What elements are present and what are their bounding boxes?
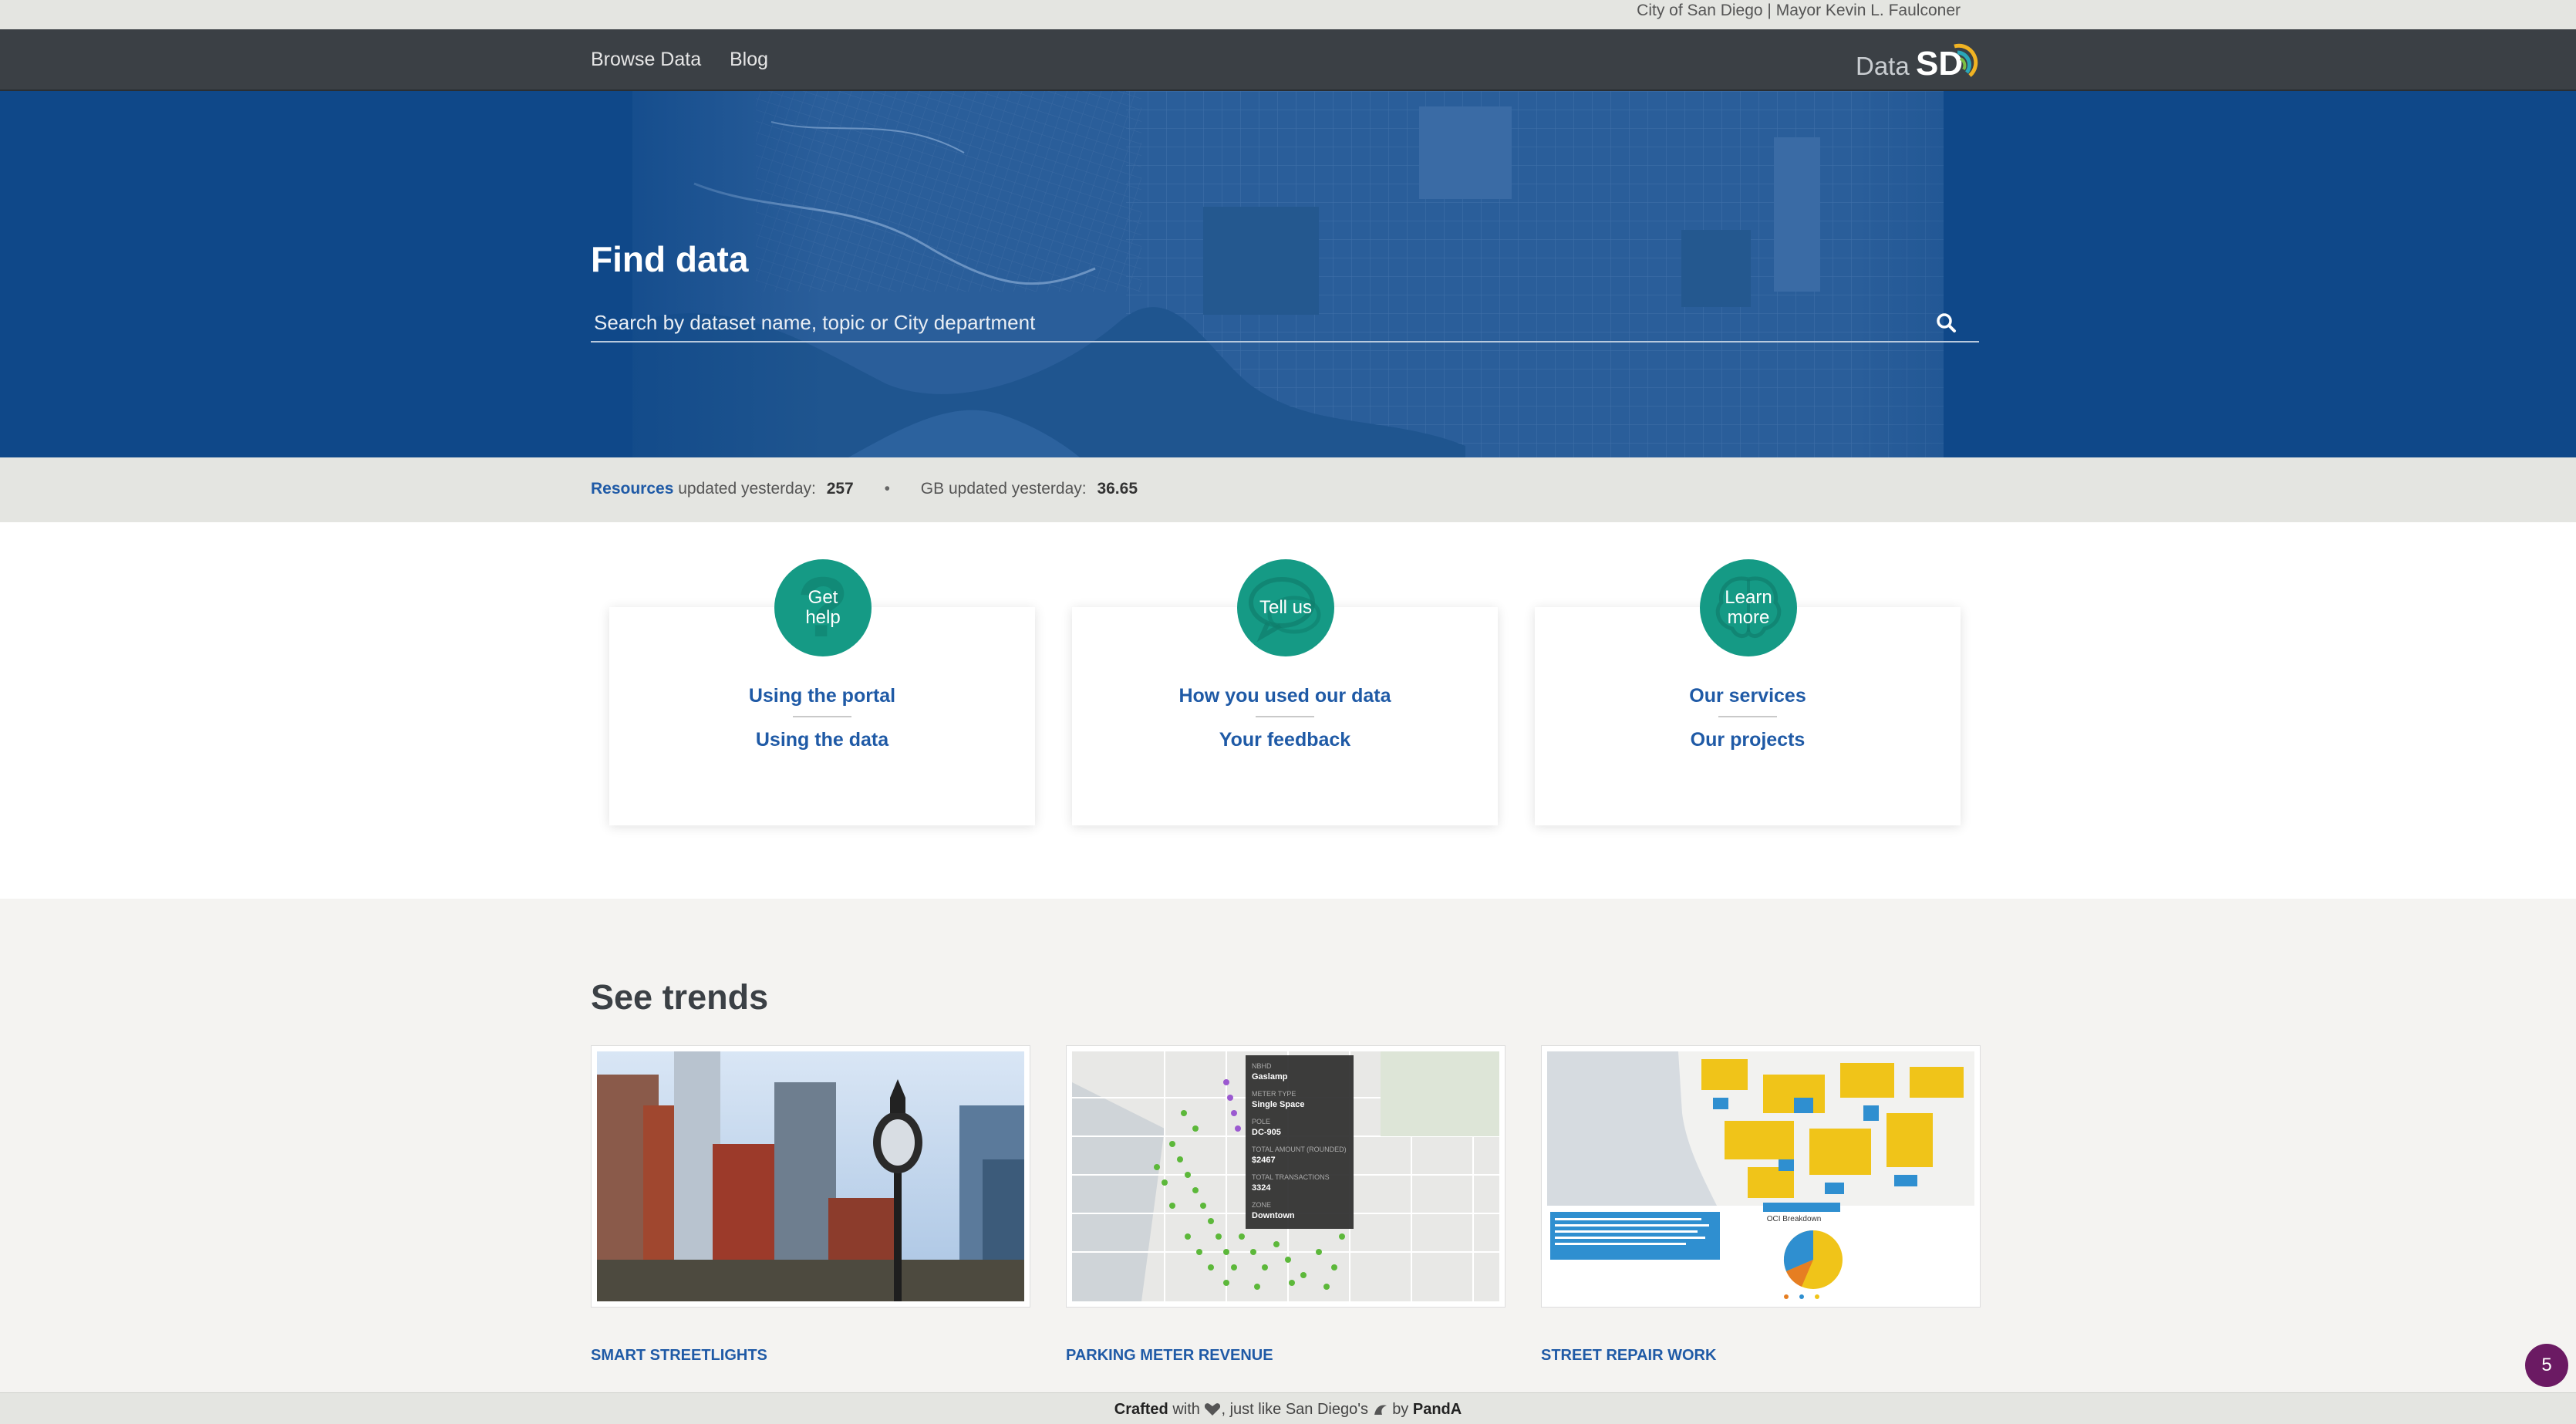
see-trends-title: See trends [591, 977, 769, 1017]
parking-meter-thumbnail[interactable]: NBHD Gaslamp METER TYPE Single Space POL… [1066, 1045, 1505, 1308]
logo-data-text: Data [1856, 52, 1910, 80]
get-help-label: Get help [805, 587, 841, 628]
trends-section: See trends NBHD Gaslamp METER TYPE Singl… [0, 899, 2576, 1392]
help-section: ? Get help Using the portal Using the da… [0, 522, 2576, 899]
streetlight-photo [597, 1051, 1024, 1301]
our-services-link[interactable]: Our services [1535, 684, 1961, 707]
tell-us-badge[interactable]: Tell us [1237, 559, 1334, 656]
parking-meter-revenue-link[interactable]: PARKING METER REVENUE [1066, 1346, 1273, 1365]
footer-with: with [1172, 1401, 1200, 1418]
tooltip-transactions-label: TOTAL TRANSACTIONS [1252, 1173, 1330, 1181]
datasd-logo[interactable]: Data SD [1856, 40, 1979, 83]
card-tell-us: Tell us How you used our data Your feedb… [1072, 559, 1498, 825]
tooltip-meter-type-label: METER TYPE [1252, 1090, 1296, 1098]
tooltip-pole: DC-905 [1252, 1128, 1281, 1137]
get-help-badge[interactable]: ? Get help [774, 559, 872, 656]
street-repair-work-link[interactable]: STREET REPAIR WORK [1541, 1346, 1716, 1365]
stats-row: Resources updated yesterday: 257 • GB up… [591, 477, 1138, 501]
footer-middle: , just like San Diego's [1221, 1401, 1369, 1418]
nav-blog[interactable]: Blog [730, 48, 768, 71]
using-data-link[interactable]: Using the data [609, 728, 1035, 751]
stats-separator: • [884, 480, 890, 498]
main-navbar: Browse Data Blog Data SD [0, 29, 2576, 91]
wave-icon [1374, 1405, 1387, 1415]
city-mayor-text: City of San Diego | Mayor Kevin L. Faulc… [1637, 2, 1961, 19]
tooltip-meter-type: Single Space [1252, 1100, 1304, 1109]
how-you-used-link[interactable]: How you used our data [1072, 684, 1498, 707]
parking-map: NBHD Gaslamp METER TYPE Single Space POL… [1072, 1051, 1499, 1301]
tooltip-nbhd: Gaslamp [1252, 1072, 1288, 1081]
hero-banner: Find data [0, 91, 2576, 457]
street-repair-thumbnail[interactable]: OCI Breakdown [1541, 1045, 1981, 1308]
tooltip-amount: $2467 [1252, 1156, 1276, 1165]
panda-link[interactable]: PandA [1413, 1401, 1462, 1418]
top-bar: City of San Diego | Mayor Kevin L. Faulc… [0, 0, 2576, 29]
using-portal-link[interactable]: Using the portal [609, 684, 1035, 707]
resources-link[interactable]: Resources [591, 480, 673, 498]
tooltip-amount-label: TOTAL AMOUNT (ROUNDED) [1252, 1146, 1347, 1153]
gb-text: GB updated yesterday: [920, 480, 1087, 498]
logo-swirl-icon [1954, 43, 1978, 77]
gb-count: 36.65 [1097, 480, 1138, 498]
your-feedback-link[interactable]: Your feedback [1072, 728, 1498, 751]
resources-count: 257 [826, 480, 854, 498]
card-get-help: ? Get help Using the portal Using the da… [609, 559, 1035, 825]
oci-chart-title: OCI Breakdown [1767, 1215, 1822, 1223]
card-divider [1256, 716, 1314, 717]
find-data-title: Find data [591, 239, 749, 279]
heart-icon [1205, 1403, 1221, 1416]
resources-text: updated yesterday: [678, 480, 816, 498]
footer-credit: Crafted with , just like San Diego's by … [0, 1399, 2576, 1419]
card-divider [1718, 716, 1777, 717]
streetlights-thumbnail[interactable] [591, 1045, 1030, 1308]
dataset-search-input[interactable] [591, 304, 1979, 343]
map-background [0, 91, 2576, 457]
nav-browse-data[interactable]: Browse Data [591, 48, 701, 71]
learn-more-label: Learn more [1725, 587, 1772, 628]
smart-streetlights-link[interactable]: SMART STREETLIGHTS [591, 1346, 767, 1365]
tooltip-zone: Downtown [1252, 1211, 1295, 1220]
tell-us-label: Tell us [1259, 597, 1313, 618]
tooltip-pole-label: POLE [1252, 1118, 1270, 1125]
notification-badge[interactable]: 5 [2525, 1344, 2568, 1387]
street-repair-map: OCI Breakdown [1547, 1051, 1974, 1301]
card-divider [793, 716, 851, 717]
footer: Crafted with , just like San Diego's by … [0, 1392, 2576, 1424]
learn-more-badge[interactable]: Learn more [1700, 559, 1797, 656]
footer-by: by [1392, 1401, 1409, 1418]
search-icon[interactable] [1934, 310, 1957, 336]
footer-crafted: Crafted [1114, 1401, 1168, 1418]
update-stats-bar: Resources updated yesterday: 257 • GB up… [0, 457, 2576, 522]
tooltip-zone-label: ZONE [1252, 1201, 1271, 1209]
tooltip-nbhd-label: NBHD [1252, 1062, 1272, 1070]
our-projects-link[interactable]: Our projects [1535, 728, 1961, 751]
card-learn-more: Learn more Our services Our projects [1535, 559, 1961, 825]
tooltip-transactions: 3324 [1252, 1183, 1271, 1193]
